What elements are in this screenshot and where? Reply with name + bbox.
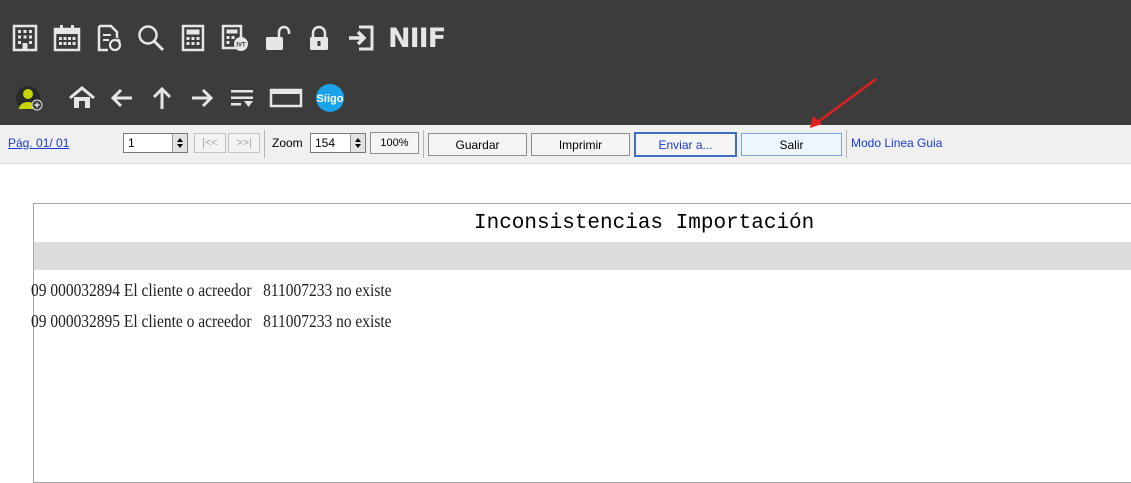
report-title: Inconsistencias Importación xyxy=(474,212,815,235)
report-page: Inconsistencias Importación 09 000032894… xyxy=(31,203,1131,483)
report-header-band xyxy=(34,242,1131,270)
report-line: 09 000032894 El cliente o acreedor 81100… xyxy=(31,280,392,300)
report-line: 09 000032895 El cliente o acreedor 81100… xyxy=(31,311,392,331)
